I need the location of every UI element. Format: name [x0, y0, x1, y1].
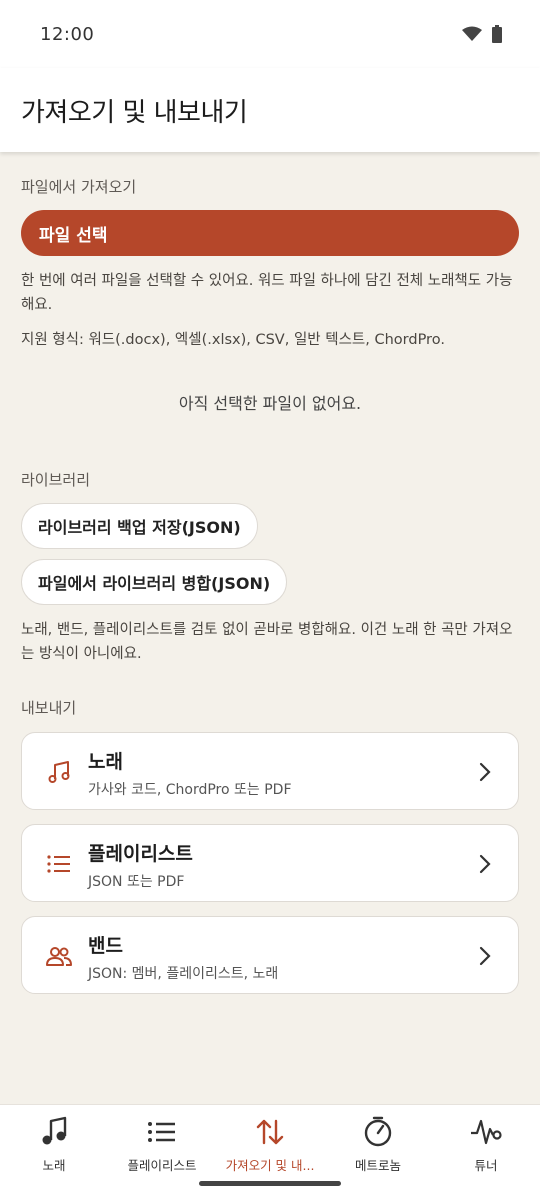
library-section-label: 라이브러리 [21, 471, 91, 489]
main-content: 파일에서 가져오기 파일 선택 한 번에 여러 파일을 선택할 수 있어요. 워… [0, 152, 540, 1104]
app-bar: 가져오기 및 내보내기 [0, 68, 540, 152]
nav-label: 메트로놈 [354, 1158, 401, 1173]
export-card-title: 플레이리스트 [88, 843, 193, 865]
export-card-subtitle: JSON: 멤버, 플레이리스트, 노래 [88, 966, 279, 982]
export-section-label: 내보내기 [21, 699, 77, 717]
export-card-subtitle: JSON 또는 PDF [88, 874, 185, 890]
nav-item-import-export[interactable]: 가져오기 및 내... [216, 1105, 324, 1185]
import-section-label: 파일에서 가져오기 [21, 178, 137, 196]
waveform-icon [471, 1119, 502, 1145]
status-bar: 12:00 [0, 0, 540, 68]
music-note-icon [48, 761, 70, 783]
chevron-right-icon [479, 762, 491, 782]
status-icons [462, 25, 502, 43]
nav-item-songs[interactable]: 노래 [0, 1105, 108, 1185]
library-helper-text: 노래, 밴드, 플레이리스트를 검토 없이 곧바로 병합해요. 이건 노래 한 … [21, 622, 513, 662]
swap-vertical-icon [256, 1119, 284, 1145]
nav-label: 가져오기 및 내... [225, 1158, 315, 1173]
nav-item-tuner[interactable]: 튜너 [432, 1105, 540, 1185]
export-card-subtitle: 가사와 코드, ChordPro 또는 PDF [88, 782, 292, 798]
export-songs-card[interactable]: 노래 가사와 코드, ChordPro 또는 PDF [21, 732, 519, 810]
list-icon [148, 1122, 175, 1142]
gesture-handle [199, 1181, 341, 1186]
metronome-icon [364, 1116, 392, 1147]
export-playlists-card[interactable]: 플레이리스트 JSON 또는 PDF [21, 824, 519, 902]
select-file-button[interactable]: 파일 선택 [21, 210, 519, 256]
nav-label: 플레이리스트 [127, 1158, 197, 1173]
music-note-icon [42, 1116, 67, 1145]
chevron-right-icon [479, 946, 491, 966]
nav-item-playlists[interactable]: 플레이리스트 [108, 1105, 216, 1185]
export-bands-card[interactable]: 밴드 JSON: 멤버, 플레이리스트, 노래 [21, 916, 519, 994]
nav-label: 튜너 [474, 1158, 498, 1173]
page-title: 가져오기 및 내보내기 [21, 97, 248, 128]
backup-library-button[interactable]: 라이브러리 백업 저장(JSON) [21, 503, 258, 549]
merge-library-button[interactable]: 파일에서 라이브러리 병합(JSON) [21, 559, 288, 605]
status-time: 12:00 [40, 23, 95, 45]
list-icon [47, 855, 70, 873]
nav-label: 노래 [42, 1158, 66, 1173]
export-card-title: 노래 [88, 751, 123, 773]
empty-state-message: 아직 선택한 파일이 없어요. [178, 394, 362, 413]
import-helper-text: 한 번에 여러 파일을 선택할 수 있어요. 워드 파일 하나에 담긴 전체 노… [21, 273, 513, 313]
battery-icon [492, 25, 502, 43]
nav-item-metronome[interactable]: 메트로놈 [324, 1105, 432, 1185]
export-card-title: 밴드 [88, 935, 123, 957]
people-icon [46, 947, 72, 966]
wifi-icon [462, 26, 482, 41]
supported-formats-text: 지원 형식: 워드(.docx), 엑셀(.xlsx), CSV, 일반 텍스트… [21, 332, 445, 348]
chevron-right-icon [479, 854, 491, 874]
